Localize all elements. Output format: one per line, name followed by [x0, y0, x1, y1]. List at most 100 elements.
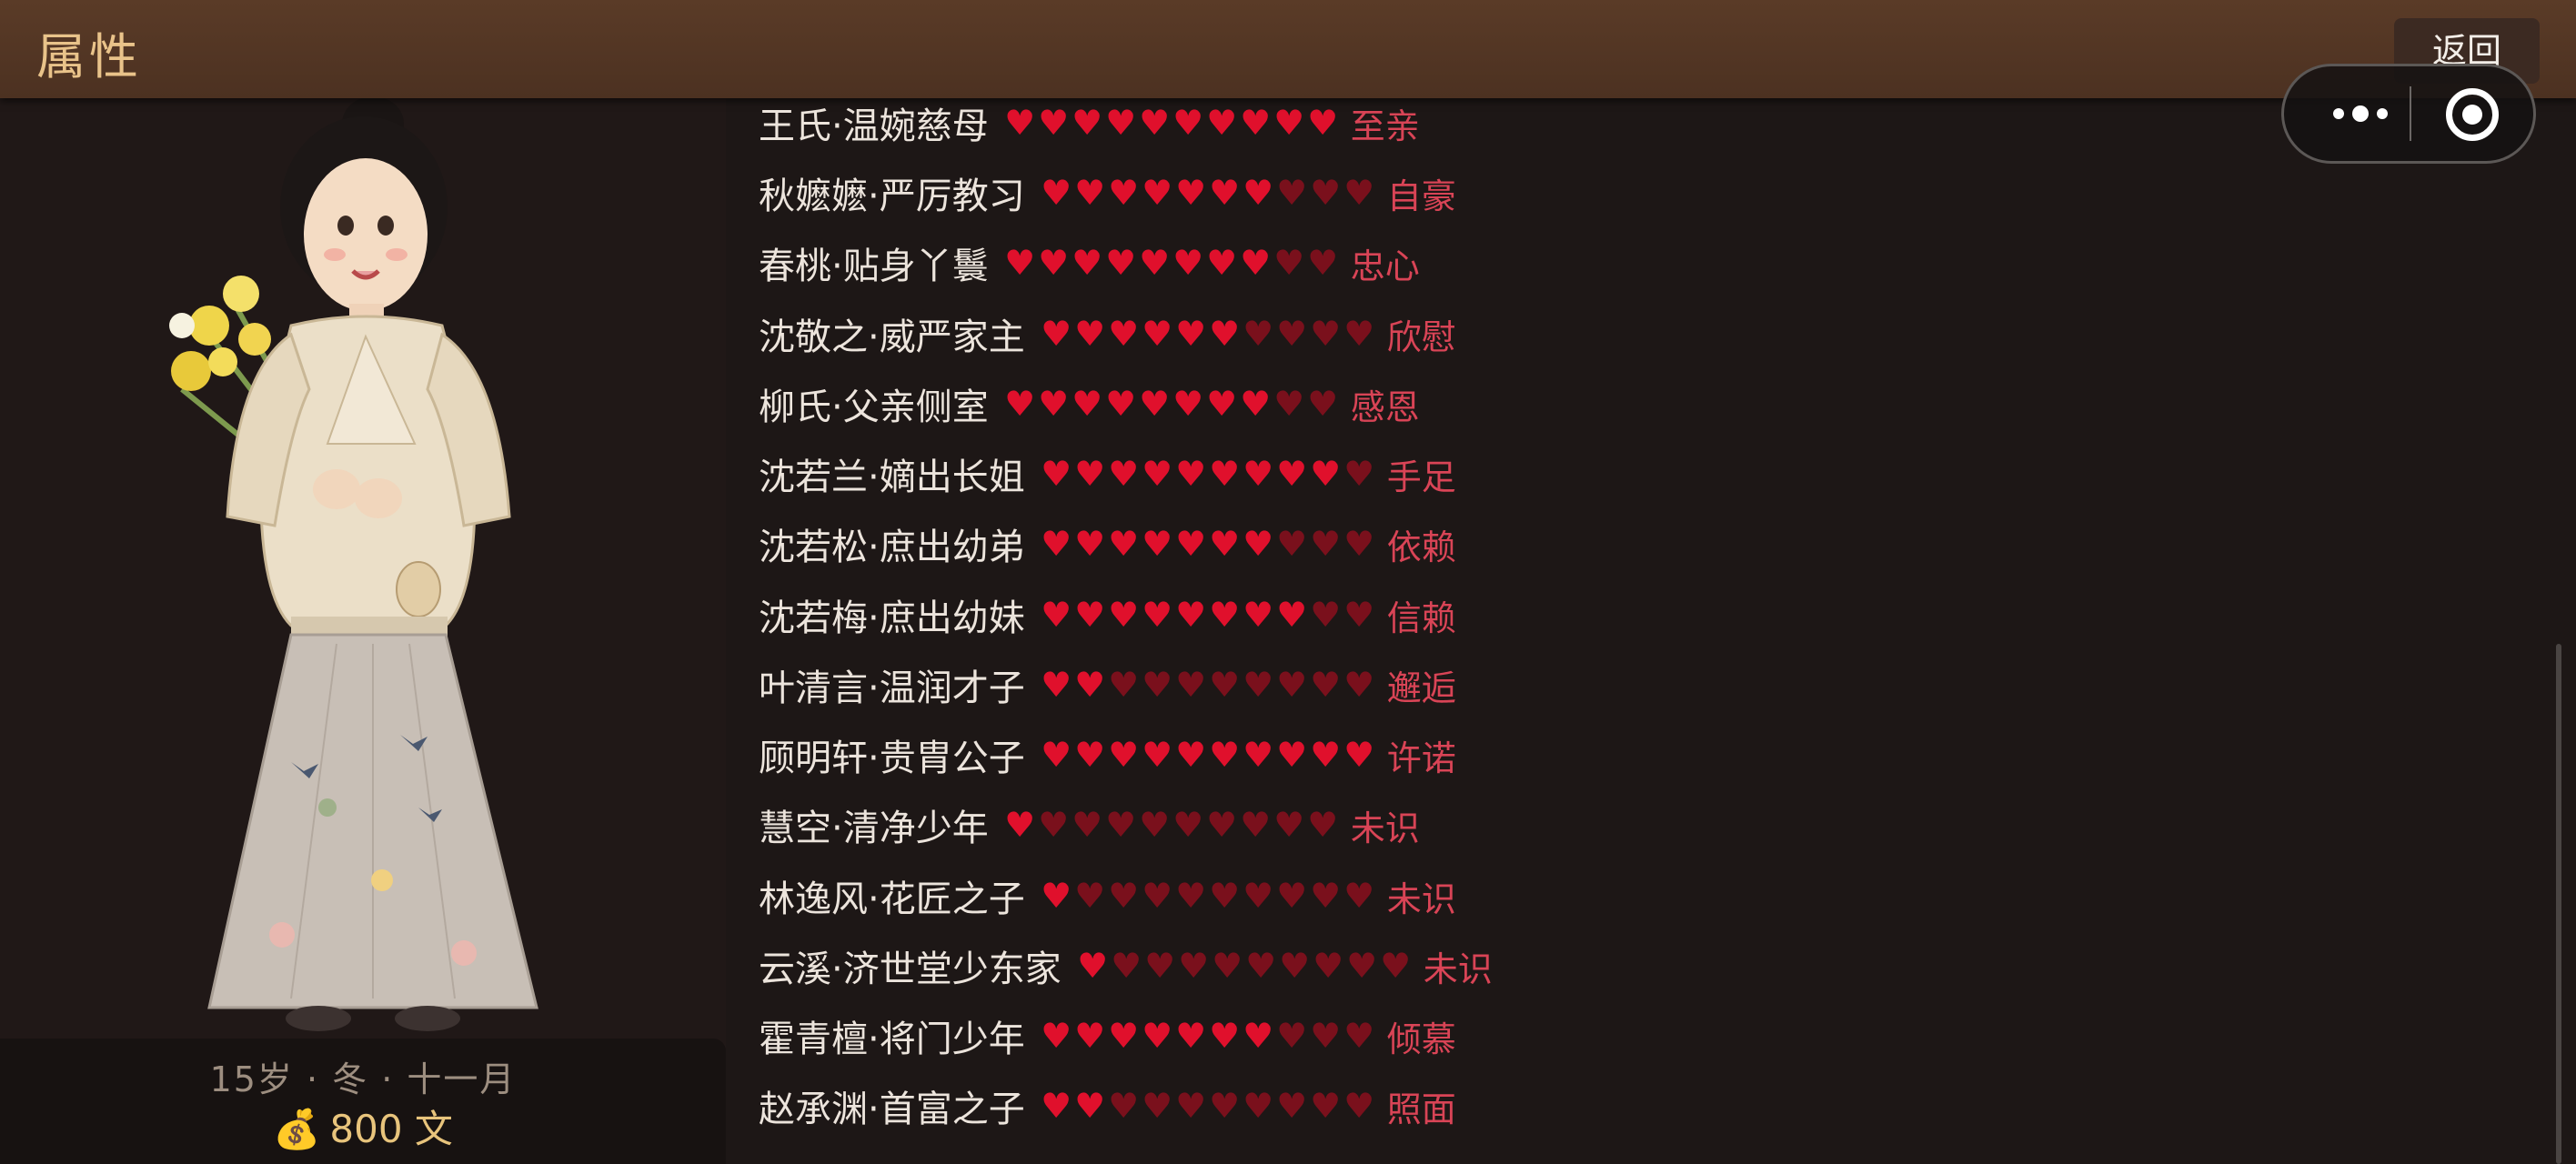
heart-filled-icon: ♥	[1209, 173, 1241, 213]
scrollbar[interactable]	[2556, 644, 2561, 1164]
relation-name: 叶清言·温润才子	[759, 667, 1025, 709]
relation-row[interactable]: 赵承渊·首富之子 ♥ ♥ ♥ ♥ ♥ ♥ ♥ ♥ ♥ ♥ 照面	[759, 1074, 1456, 1138]
affection-hearts: ♥ ♥ ♥ ♥ ♥ ♥ ♥ ♥ ♥ ♥	[1040, 176, 1376, 210]
heart-empty-icon: ♥	[1310, 665, 1342, 705]
heart-filled-icon: ♥	[1074, 1086, 1106, 1126]
heart-filled-icon: ♥	[1041, 314, 1072, 354]
character-portrait	[169, 98, 538, 1031]
heart-filled-icon: ♥	[1240, 384, 1272, 424]
heart-filled-icon: ♥	[1041, 173, 1072, 213]
relation-row[interactable]: 沈敬之·威严家主 ♥ ♥ ♥ ♥ ♥ ♥ ♥ ♥ ♥ ♥ 欣慰	[759, 302, 1456, 366]
relation-row[interactable]: 沈若梅·庶出幼妹 ♥ ♥ ♥ ♥ ♥ ♥ ♥ ♥ ♥ ♥ 信赖	[759, 583, 1456, 647]
heart-empty-icon: ♥	[1178, 946, 1210, 986]
relation-name: 林逸风·花匠之子	[759, 878, 1025, 920]
relation-status: 倾慕	[1386, 1018, 1456, 1059]
heart-filled-icon: ♥	[1206, 103, 1238, 143]
heart-filled-icon: ♥	[1175, 735, 1207, 775]
relation-name: 王氏·温婉慈母	[759, 105, 989, 147]
heart-empty-icon: ♥	[1212, 946, 1243, 986]
affection-hearts: ♥ ♥ ♥ ♥ ♥ ♥ ♥ ♥ ♥ ♥	[1040, 667, 1376, 702]
top-bar: 属性 返回	[0, 0, 2576, 98]
more-icon[interactable]	[2315, 66, 2406, 161]
page-title: 属性	[36, 28, 142, 85]
affection-hearts: ♥ ♥ ♥ ♥ ♥ ♥ ♥ ♥ ♥ ♥	[1003, 105, 1340, 140]
relation-status: 感恩	[1350, 386, 1420, 427]
affection-hearts: ♥ ♥ ♥ ♥ ♥ ♥ ♥ ♥ ♥ ♥	[1040, 457, 1376, 491]
relation-name: 秋嬷嬷·严厉教习	[759, 176, 1025, 217]
relation-name: 沈若松·庶出幼弟	[759, 527, 1025, 568]
heart-empty-icon: ♥	[1279, 946, 1311, 986]
relation-name: 赵承渊·首富之子	[759, 1089, 1025, 1130]
heart-empty-icon: ♥	[1343, 1086, 1375, 1126]
heart-filled-icon: ♥	[1175, 595, 1207, 635]
heart-empty-icon: ♥	[1240, 805, 1272, 845]
heart-filled-icon: ♥	[1139, 243, 1171, 283]
affection-hearts: ♥ ♥ ♥ ♥ ♥ ♥ ♥ ♥ ♥ ♥	[1040, 738, 1376, 772]
affection-hearts: ♥ ♥ ♥ ♥ ♥ ♥ ♥ ♥ ♥ ♥	[1040, 316, 1376, 351]
relation-row[interactable]: 林逸风·花匠之子 ♥ ♥ ♥ ♥ ♥ ♥ ♥ ♥ ♥ ♥ 未识	[759, 864, 1456, 928]
heart-filled-icon: ♥	[1343, 735, 1375, 775]
heart-empty-icon: ♥	[1142, 665, 1173, 705]
money-display: 💰 800 文	[0, 1099, 726, 1154]
heart-filled-icon: ♥	[1004, 805, 1036, 845]
affection-hearts: ♥ ♥ ♥ ♥ ♥ ♥ ♥ ♥ ♥ ♥	[1040, 597, 1376, 632]
relation-row[interactable]: 云溪·济世堂少东家 ♥ ♥ ♥ ♥ ♥ ♥ ♥ ♥ ♥ ♥ 未识	[759, 934, 1493, 998]
relation-row[interactable]: 叶清言·温润才子 ♥ ♥ ♥ ♥ ♥ ♥ ♥ ♥ ♥ ♥ 邂逅	[759, 653, 1456, 717]
heart-filled-icon: ♥	[1041, 735, 1072, 775]
heart-filled-icon: ♥	[1209, 595, 1241, 635]
heart-filled-icon: ♥	[1108, 314, 1140, 354]
relation-row[interactable]: 秋嬷嬷·严厉教习 ♥ ♥ ♥ ♥ ♥ ♥ ♥ ♥ ♥ ♥ 自豪	[759, 161, 1456, 225]
heart-filled-icon: ♥	[1041, 524, 1072, 564]
heart-empty-icon: ♥	[1144, 946, 1176, 986]
relation-status: 未识	[1423, 948, 1493, 989]
heart-empty-icon: ♥	[1172, 805, 1204, 845]
heart-filled-icon: ♥	[1175, 454, 1207, 494]
heart-empty-icon: ♥	[1343, 524, 1375, 564]
heart-filled-icon: ♥	[1105, 103, 1137, 143]
heart-empty-icon: ♥	[1343, 454, 1375, 494]
relation-status: 欣慰	[1386, 316, 1456, 357]
heart-empty-icon: ♥	[1142, 876, 1173, 916]
relation-row[interactable]: 沈若兰·嫡出长姐 ♥ ♥ ♥ ♥ ♥ ♥ ♥ ♥ ♥ ♥ 手足	[759, 442, 1456, 506]
heart-empty-icon: ♥	[1343, 314, 1375, 354]
heart-filled-icon: ♥	[1240, 243, 1272, 283]
relation-row[interactable]: 柳氏·父亲侧室 ♥ ♥ ♥ ♥ ♥ ♥ ♥ ♥ ♥ ♥ 感恩	[759, 372, 1420, 436]
heart-filled-icon: ♥	[1142, 595, 1173, 635]
heart-filled-icon: ♥	[1209, 1016, 1241, 1056]
heart-empty-icon: ♥	[1276, 1016, 1308, 1056]
heart-empty-icon: ♥	[1276, 1086, 1308, 1126]
heart-empty-icon: ♥	[1175, 665, 1207, 705]
heart-empty-icon: ♥	[1175, 1086, 1207, 1126]
affection-hearts: ♥ ♥ ♥ ♥ ♥ ♥ ♥ ♥ ♥ ♥	[1003, 808, 1340, 842]
heart-filled-icon: ♥	[1038, 384, 1070, 424]
heart-empty-icon: ♥	[1074, 876, 1106, 916]
heart-filled-icon: ♥	[1108, 595, 1140, 635]
relation-status: 自豪	[1386, 176, 1456, 216]
heart-filled-icon: ♥	[1206, 384, 1238, 424]
heart-empty-icon: ♥	[1111, 946, 1142, 986]
relation-row[interactable]: 沈若松·庶出幼弟 ♥ ♥ ♥ ♥ ♥ ♥ ♥ ♥ ♥ ♥ 依赖	[759, 512, 1456, 576]
relation-row[interactable]: 霍青檀·将门少年 ♥ ♥ ♥ ♥ ♥ ♥ ♥ ♥ ♥ ♥ 倾慕	[759, 1004, 1456, 1068]
relation-name: 柳氏·父亲侧室	[759, 386, 989, 428]
heart-empty-icon: ♥	[1273, 805, 1305, 845]
relation-row[interactable]: 王氏·温婉慈母 ♥ ♥ ♥ ♥ ♥ ♥ ♥ ♥ ♥ ♥ 至亲	[759, 91, 1420, 155]
heart-filled-icon: ♥	[1139, 103, 1171, 143]
heart-empty-icon: ♥	[1243, 665, 1274, 705]
relation-status: 忠心	[1350, 246, 1420, 286]
heart-empty-icon: ♥	[1072, 805, 1103, 845]
heart-empty-icon: ♥	[1343, 876, 1375, 916]
heart-filled-icon: ♥	[1041, 595, 1072, 635]
heart-filled-icon: ♥	[1041, 1016, 1072, 1056]
heart-empty-icon: ♥	[1105, 805, 1137, 845]
heart-empty-icon: ♥	[1310, 595, 1342, 635]
heart-filled-icon: ♥	[1276, 595, 1308, 635]
relation-row[interactable]: 顾明轩·贵胄公子 ♥ ♥ ♥ ♥ ♥ ♥ ♥ ♥ ♥ ♥ 许诺	[759, 723, 1456, 787]
relation-status: 手足	[1386, 457, 1456, 497]
close-circle-icon[interactable]	[2446, 88, 2499, 141]
affection-hearts: ♥ ♥ ♥ ♥ ♥ ♥ ♥ ♥ ♥ ♥	[1040, 878, 1376, 913]
relation-status: 许诺	[1386, 738, 1456, 778]
age-season-label: 15岁 · 冬 · 十一月	[209, 1059, 517, 1099]
relation-name: 慧空·清净少年	[759, 808, 989, 849]
relation-row[interactable]: 春桃·贴身丫鬟 ♥ ♥ ♥ ♥ ♥ ♥ ♥ ♥ ♥ ♥ 忠心	[759, 231, 1420, 295]
relation-row[interactable]: 慧空·清净少年 ♥ ♥ ♥ ♥ ♥ ♥ ♥ ♥ ♥ ♥ 未识	[759, 793, 1420, 857]
